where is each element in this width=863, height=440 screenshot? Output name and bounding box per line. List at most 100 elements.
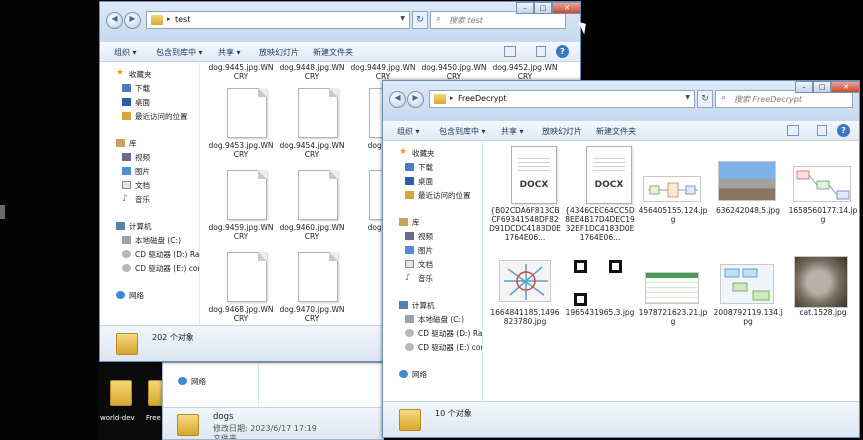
cd-drive-icon	[405, 329, 414, 337]
nav-cd-e[interactable]: CD 驱动器 (E:) cont	[135, 263, 199, 274]
picture-icon	[405, 246, 414, 254]
nav-pane: ★ 收藏夹 下载 桌面 最近访问的位置 库 视频 图片 文档 ♪ 音乐 计算机 …	[100, 63, 200, 361]
file-name: {B02CDA6F813CBCF69341548DF82D91DCDC4183D…	[489, 206, 561, 242]
desktop-icon-label: world-dev	[100, 414, 135, 422]
file-item[interactable]: dog.9454.jpg.WNCRY	[279, 85, 345, 165]
file-item[interactable]: dog.9468.jpg.WNCRY	[208, 249, 274, 329]
nav-videos[interactable]: 视频	[418, 231, 433, 242]
file-item[interactable]: dog.9450.jpg.WNCRY	[421, 7, 487, 87]
file-item[interactable]: dog.9449.jpg.WNCRY	[350, 7, 416, 87]
file-item[interactable]: 1658560177.14.jpg	[787, 144, 859, 244]
new-folder-button[interactable]: 新建文件夹	[596, 126, 636, 137]
address-bar[interactable]: ▸ FreeDecrypt ▼	[429, 90, 695, 108]
minimize-button[interactable]: –	[795, 81, 813, 93]
nav-computer[interactable]: 计算机	[412, 300, 435, 311]
back-button[interactable]: ◀	[389, 91, 406, 108]
nav-music[interactable]: 音乐	[418, 273, 433, 284]
nav-desktop[interactable]: 桌面	[418, 176, 433, 187]
nav-music[interactable]: 音乐	[135, 194, 150, 205]
downloads-icon	[405, 163, 414, 171]
nav-videos[interactable]: 视频	[135, 152, 150, 163]
disk-icon	[122, 236, 131, 244]
nav-libraries[interactable]: 库	[129, 138, 137, 149]
include-library-menu[interactable]: 包含到库中 ▾	[439, 126, 486, 137]
organize-menu[interactable]: 组织 ▾	[114, 47, 137, 58]
nav-favorites[interactable]: 收藏夹	[412, 148, 435, 159]
file-name: {4346CEC64CC5D8EE4B17D4DEC1932EF1DC4183D…	[565, 206, 635, 242]
nav-local-disk[interactable]: 本地磁盘 (C:)	[418, 314, 482, 325]
view-options-icon[interactable]	[787, 125, 799, 136]
help-icon[interactable]: ?	[837, 124, 850, 137]
nav-documents[interactable]: 文档	[418, 259, 433, 270]
refresh-button[interactable]: ↻	[697, 90, 713, 108]
file-item[interactable]: dog.9470.jpg.WNCRY	[279, 249, 345, 329]
nav-network[interactable]: 网络	[412, 369, 427, 380]
nav-libraries[interactable]: 库	[412, 217, 420, 228]
nav-pane: ★ 收藏夹 下载 桌面 最近访问的位置 库 视频 图片 文档 ♪ 音乐 计算机 …	[383, 142, 483, 437]
file-item[interactable]: 1978721623.21.jpg	[637, 258, 709, 358]
nav-computer[interactable]: 计算机	[129, 221, 152, 232]
nav-local-disk[interactable]: 本地磁盘 (C:)	[135, 235, 199, 246]
document-icon	[405, 260, 414, 268]
include-library-menu[interactable]: 包含到库中 ▾	[156, 47, 203, 58]
nav-recent[interactable]: 最近访问的位置	[418, 190, 471, 201]
file-item[interactable]: 636242048.5.jpg	[712, 144, 784, 244]
file-item[interactable]: dog.9445.jpg.WNCRY	[208, 7, 274, 87]
slideshow-button[interactable]: 放映幻灯片	[542, 126, 582, 137]
address-path: FreeDecrypt	[458, 94, 507, 103]
nav-cd-d[interactable]: CD 驱动器 (D:) Ran	[135, 249, 199, 260]
file-item[interactable]: DOCX {4346CEC64CC5D8EE4B17D4DEC1932EF1DC…	[564, 144, 636, 244]
nav-pictures[interactable]: 图片	[135, 166, 150, 177]
qr-finder-mark	[574, 260, 587, 273]
file-item[interactable]: 2008792119.134.jpg	[712, 258, 784, 358]
file-item[interactable]: dog.9460.jpg.WNCRY	[279, 167, 345, 247]
nav-favorites[interactable]: 收藏夹	[129, 69, 152, 80]
close-button[interactable]: ✕	[831, 81, 859, 93]
forward-button[interactable]: ▶	[124, 12, 141, 29]
details-pane: dogs 修改日期: 2023/6/17 17:19 文件夹	[163, 407, 383, 439]
file-item[interactable]: cat.1528.jpg	[787, 256, 859, 358]
file-item[interactable]: DOCX {B02CDA6F813CBCF69341548DF82D91DCDC…	[489, 144, 561, 244]
qr-finder-mark	[574, 293, 587, 306]
nav-pictures[interactable]: 图片	[418, 245, 433, 256]
nav-cd-e[interactable]: CD 驱动器 (E:) cont	[418, 342, 482, 353]
nav-network[interactable]: 网络	[191, 376, 206, 387]
nav-network[interactable]: 网络	[129, 290, 144, 301]
chevron-down-icon[interactable]: ▼	[685, 94, 690, 101]
edge-handle[interactable]	[0, 205, 5, 219]
downloads-icon	[122, 84, 131, 92]
item-name: dogs	[213, 412, 234, 422]
share-menu[interactable]: 共享 ▾	[501, 126, 524, 137]
file-item[interactable]: 1965431965.3.jpg	[564, 258, 636, 358]
cd-drive-icon	[122, 264, 131, 272]
nav-recent[interactable]: 最近访问的位置	[135, 111, 188, 122]
library-icon	[399, 218, 408, 226]
file-item[interactable]: dog.9453.jpg.WNCRY	[208, 85, 274, 165]
file-item[interactable]: 456405155.124.jpg	[637, 144, 709, 244]
file-item[interactable]: dog.9459.jpg.WNCRY	[208, 167, 274, 247]
nav-cd-d[interactable]: CD 驱动器 (D:) Ran	[418, 328, 482, 339]
nav-downloads[interactable]: 下载	[135, 83, 150, 94]
forward-arrow-icon: ▶	[412, 93, 419, 102]
file-item[interactable]: dog.9448.jpg.WNCRY	[279, 7, 345, 87]
forward-button[interactable]: ▶	[407, 91, 424, 108]
file-item[interactable]: dog.9452.jpg.WNCRY	[492, 7, 558, 87]
file-name: dog.9460.jpg.WNCRY	[279, 223, 345, 241]
file-name: dog.9468.jpg.WNCRY	[208, 305, 274, 323]
nav-desktop[interactable]: 桌面	[135, 97, 150, 108]
title-bar[interactable]: ◀ ▶ ▸ FreeDecrypt ▼ ↻ ⌕ 搜索 FreeDecrypt –…	[383, 81, 859, 121]
nav-downloads[interactable]: 下载	[418, 162, 433, 173]
cat-photo-thumbnail	[794, 256, 848, 308]
maximize-button[interactable]: □	[813, 81, 831, 93]
network-icon	[116, 291, 125, 299]
desktop-icon-world-dev[interactable]	[106, 376, 136, 414]
file-item[interactable]: 1664841185.1496823780.jpg	[489, 258, 561, 358]
preview-pane-icon[interactable]	[817, 125, 827, 136]
organize-menu[interactable]: 组织 ▾	[397, 126, 420, 137]
nav-documents[interactable]: 文档	[135, 180, 150, 191]
address-path: test	[175, 15, 191, 24]
search-placeholder: 搜索 FreeDecrypt	[734, 95, 802, 104]
file-name: dog.9453.jpg.WNCRY	[208, 141, 274, 159]
network-icon	[178, 377, 187, 385]
back-button[interactable]: ◀	[106, 12, 123, 29]
